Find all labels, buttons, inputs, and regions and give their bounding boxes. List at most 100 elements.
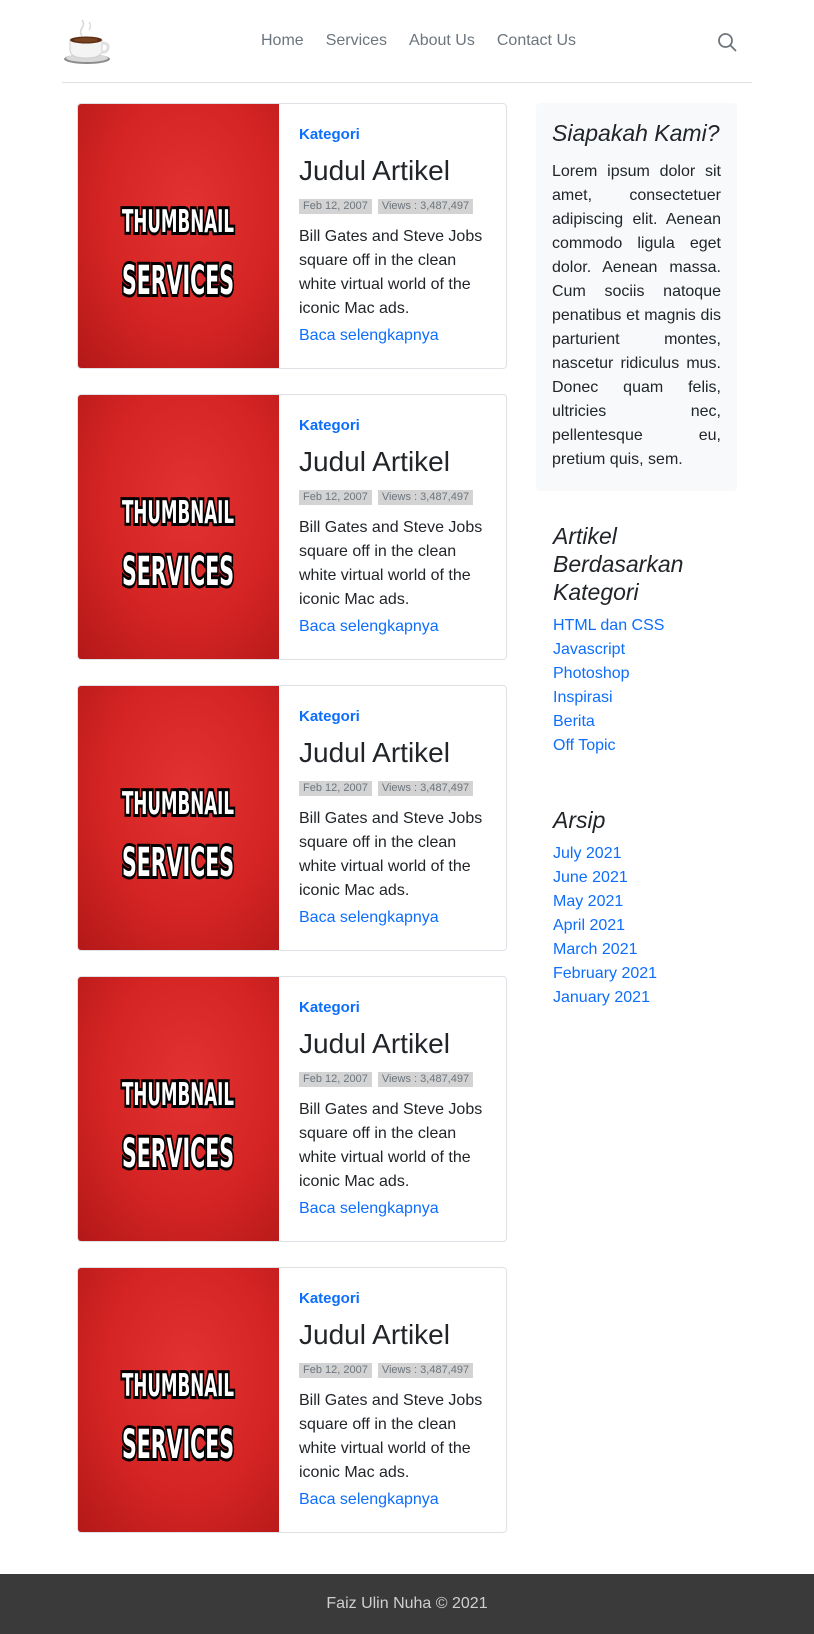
article-excerpt: Bill Gates and Steve Jobs square off in …	[299, 1101, 483, 1190]
archive-link[interactable]: July 2021	[553, 845, 622, 862]
read-more-link[interactable]: Baca selengkapnya	[299, 1200, 439, 1218]
article-title[interactable]: Judul Artikel	[299, 1319, 450, 1351]
thumbnail-text-line1: THUMBNAIL	[122, 786, 234, 822]
read-more-link[interactable]: Baca selengkapnya	[299, 909, 439, 927]
list-item: Photoshop	[553, 662, 743, 686]
about-title: Siapakah Kami?	[552, 120, 720, 146]
nav-home[interactable]: Home	[250, 30, 315, 52]
article-card: THUMBNAIL SERVICES Kategori Judul Artike…	[77, 394, 507, 660]
main-nav: Home Services About Us Contact Us	[250, 30, 587, 52]
thumbnail-text-line1: THUMBNAIL	[122, 495, 234, 531]
article-date: Feb 12, 2007	[299, 490, 372, 505]
article-title[interactable]: Judul Artikel	[299, 1028, 450, 1060]
category-link-inspirasi[interactable]: Inspirasi	[553, 689, 613, 706]
article-date: Feb 12, 2007	[299, 199, 372, 214]
article-views: Views : 3,487,497	[377, 781, 474, 796]
list-item: Javascript	[553, 638, 743, 662]
article-views: Views : 3,487,497	[377, 199, 474, 214]
category-box: Artikel Berdasarkan Kategori HTML dan CS…	[553, 522, 743, 758]
article-excerpt: Bill Gates and Steve Jobs square off in …	[299, 228, 483, 317]
article-views: Views : 3,487,497	[377, 1072, 474, 1087]
archive-link[interactable]: June 2021	[553, 869, 628, 886]
article-category[interactable]: Kategori	[299, 126, 360, 143]
article-meta: Feb 12, 2007 Views : 3,487,497	[299, 781, 474, 796]
list-item: June 2021	[553, 866, 743, 890]
thumbnail-text-line2: SERVICES	[122, 549, 234, 595]
archive-box: Arsip July 2021 June 2021 May 2021 April…	[553, 806, 743, 1010]
article-category[interactable]: Kategori	[299, 1290, 360, 1307]
article-meta: Feb 12, 2007 Views : 3,487,497	[299, 199, 474, 214]
article-meta: Feb 12, 2007 Views : 3,487,497	[299, 1072, 474, 1087]
article-card: THUMBNAIL SERVICES Kategori Judul Artike…	[77, 1267, 507, 1533]
category-box-title: Artikel Berdasarkan Kategori	[553, 523, 684, 605]
footer-copyright: Faiz Ulin Nuha © 2021	[326, 1595, 488, 1612]
list-item: HTML dan CSS	[553, 614, 743, 638]
list-item: Inspirasi	[553, 686, 743, 710]
nav-contact-us[interactable]: Contact Us	[486, 30, 587, 52]
article-views: Views : 3,487,497	[377, 490, 474, 505]
archive-link[interactable]: April 2021	[553, 917, 625, 934]
category-link-berita[interactable]: Berita	[553, 713, 595, 730]
article-thumbnail[interactable]: THUMBNAIL SERVICES	[78, 395, 279, 659]
site-footer: Faiz Ulin Nuha © 2021	[0, 1574, 814, 1634]
article-card: THUMBNAIL SERVICES Kategori Judul Artike…	[77, 976, 507, 1242]
article-thumbnail[interactable]: THUMBNAIL SERVICES	[78, 104, 279, 368]
read-more-link[interactable]: Baca selengkapnya	[299, 1491, 439, 1509]
nav-about-us[interactable]: About Us	[398, 30, 486, 52]
article-list: THUMBNAIL SERVICES Kategori Judul Artike…	[77, 103, 507, 1558]
search-icon[interactable]	[716, 31, 738, 53]
article-title[interactable]: Judul Artikel	[299, 155, 450, 187]
archive-link[interactable]: January 2021	[553, 989, 650, 1006]
article-title[interactable]: Judul Artikel	[299, 737, 450, 769]
list-item: July 2021	[553, 842, 743, 866]
about-text: Lorem ipsum dolor sit amet, consectetuer…	[552, 163, 721, 468]
list-item: March 2021	[553, 938, 743, 962]
category-link-off-topic[interactable]: Off Topic	[553, 737, 616, 754]
thumbnail-text-line2: SERVICES	[122, 258, 234, 304]
thumbnail-text-line2: SERVICES	[122, 840, 234, 886]
article-excerpt: Bill Gates and Steve Jobs square off in …	[299, 810, 483, 899]
archive-link[interactable]: February 2021	[553, 965, 657, 982]
article-thumbnail[interactable]: THUMBNAIL SERVICES	[78, 686, 279, 950]
article-thumbnail[interactable]: THUMBNAIL SERVICES	[78, 1268, 279, 1532]
thumbnail-text-line2: SERVICES	[122, 1131, 234, 1177]
article-category[interactable]: Kategori	[299, 417, 360, 434]
article-date: Feb 12, 2007	[299, 781, 372, 796]
article-card: THUMBNAIL SERVICES Kategori Judul Artike…	[77, 685, 507, 951]
article-category[interactable]: Kategori	[299, 708, 360, 725]
article-title[interactable]: Judul Artikel	[299, 446, 450, 478]
article-excerpt: Bill Gates and Steve Jobs square off in …	[299, 519, 483, 608]
list-item: May 2021	[553, 890, 743, 914]
list-item: February 2021	[553, 962, 743, 986]
archive-box-title: Arsip	[553, 807, 606, 833]
archive-list: July 2021 June 2021 May 2021 April 2021 …	[553, 842, 743, 1010]
list-item: January 2021	[553, 986, 743, 1010]
article-category[interactable]: Kategori	[299, 999, 360, 1016]
article-excerpt: Bill Gates and Steve Jobs square off in …	[299, 1392, 483, 1481]
article-thumbnail[interactable]: THUMBNAIL SERVICES	[78, 977, 279, 1241]
article-date: Feb 12, 2007	[299, 1072, 372, 1087]
category-link-photoshop[interactable]: Photoshop	[553, 665, 630, 682]
thumbnail-text-line1: THUMBNAIL	[122, 204, 234, 240]
article-date: Feb 12, 2007	[299, 1363, 372, 1378]
category-link-javascript[interactable]: Javascript	[553, 641, 625, 658]
thumbnail-text-line1: THUMBNAIL	[122, 1368, 234, 1404]
article-card: THUMBNAIL SERVICES Kategori Judul Artike…	[77, 103, 507, 369]
archive-link[interactable]: March 2021	[553, 941, 638, 958]
category-list: HTML dan CSS Javascript Photoshop Inspir…	[553, 614, 743, 758]
read-more-link[interactable]: Baca selengkapnya	[299, 327, 439, 345]
read-more-link[interactable]: Baca selengkapnya	[299, 618, 439, 636]
list-item: Off Topic	[553, 734, 743, 758]
article-meta: Feb 12, 2007 Views : 3,487,497	[299, 1363, 474, 1378]
coffee-cup-icon[interactable]	[62, 18, 112, 66]
article-meta: Feb 12, 2007 Views : 3,487,497	[299, 490, 474, 505]
thumbnail-text-line2: SERVICES	[122, 1422, 234, 1468]
site-header: Home Services About Us Contact Us	[62, 0, 752, 83]
nav-services[interactable]: Services	[315, 30, 398, 52]
list-item: Berita	[553, 710, 743, 734]
archive-link[interactable]: May 2021	[553, 893, 623, 910]
category-link-html-css[interactable]: HTML dan CSS	[553, 617, 664, 634]
thumbnail-text-line1: THUMBNAIL	[122, 1077, 234, 1113]
about-box: Siapakah Kami? Lorem ipsum dolor sit ame…	[536, 103, 737, 491]
article-views: Views : 3,487,497	[377, 1363, 474, 1378]
